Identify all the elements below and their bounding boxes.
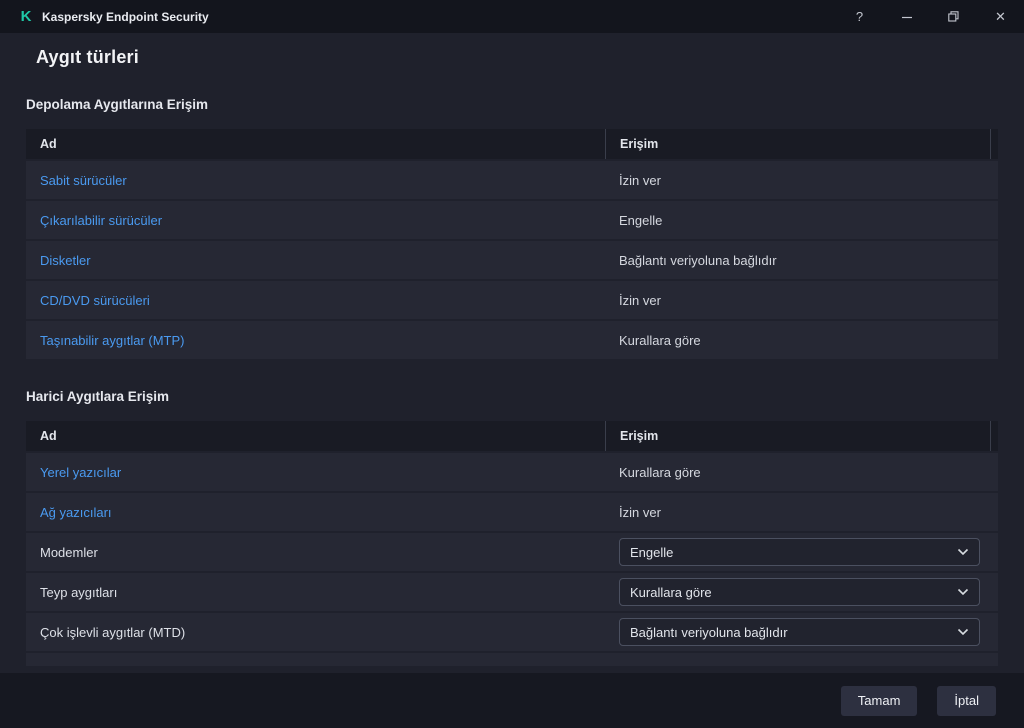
app-window: K Kaspersky Endpoint Security ? ✕ Aygıt … <box>0 0 1024 728</box>
help-button[interactable]: ? <box>836 0 883 33</box>
minimize-button[interactable] <box>883 0 930 33</box>
access-value: İzin ver <box>619 293 661 308</box>
table-row: Ağ yazıcıları İzin ver <box>26 493 998 531</box>
column-header-access: Erişim <box>605 421 990 451</box>
column-header-name: Ad <box>26 137 605 151</box>
device-link[interactable]: Disketler <box>40 253 91 268</box>
column-header-access: Erişim <box>605 129 990 159</box>
table-row-partial <box>26 653 998 666</box>
table-row: CD/DVD sürücüleri İzin ver <box>26 281 998 319</box>
device-link[interactable]: Ağ yazıcıları <box>40 505 112 520</box>
access-select[interactable]: Bağlantı veriyoluna bağlıdır <box>619 618 980 646</box>
table-row: Yerel yazıcılar Kurallara göre <box>26 453 998 491</box>
device-link[interactable]: Çıkarılabilir sürücüler <box>40 213 162 228</box>
close-button[interactable]: ✕ <box>977 0 1024 33</box>
device-link[interactable]: Taşınabilir aygıtlar (MTP) <box>40 333 184 348</box>
access-select[interactable]: Engelle <box>619 538 980 566</box>
external-section-heading: Harici Aygıtlara Erişim <box>26 389 998 404</box>
chevron-down-icon <box>957 588 969 596</box>
access-select[interactable]: Kurallara göre <box>619 578 980 606</box>
scrollbar-track[interactable] <box>990 129 998 159</box>
storage-devices-table: Ad Erişim Sabit sürücüler İzin ver Çıkar… <box>26 129 998 359</box>
table-header: Ad Erişim <box>26 421 998 451</box>
access-value: Engelle <box>619 213 662 228</box>
titlebar: K Kaspersky Endpoint Security ? ✕ <box>0 0 1024 33</box>
app-title: Kaspersky Endpoint Security <box>42 10 209 24</box>
table-row: Çıkarılabilir sürücüler Engelle <box>26 201 998 239</box>
access-select-value: Kurallara göre <box>630 585 712 600</box>
access-value: İzin ver <box>619 173 661 188</box>
chevron-down-icon <box>957 548 969 556</box>
access-value: Kurallara göre <box>619 333 701 348</box>
table-row: Modemler Engelle <box>26 533 998 571</box>
chevron-down-icon <box>957 628 969 636</box>
access-value: İzin ver <box>619 505 661 520</box>
external-devices-table: Ad Erişim Yerel yazıcılar Kurallara göre… <box>26 421 998 666</box>
device-label: Çok işlevli aygıtlar (MTD) <box>40 625 185 640</box>
table-header: Ad Erişim <box>26 129 998 159</box>
access-value: Kurallara göre <box>619 465 701 480</box>
table-row: Disketler Bağlantı veriyoluna bağlıdır <box>26 241 998 279</box>
device-label: Teyp aygıtları <box>40 585 117 600</box>
page-title: Aygıt türleri <box>36 47 998 68</box>
scrollbar-track[interactable] <box>990 421 998 451</box>
storage-section-heading: Depolama Aygıtlarına Erişim <box>26 97 998 112</box>
maximize-button[interactable] <box>930 0 977 33</box>
device-link[interactable]: CD/DVD sürücüleri <box>40 293 150 308</box>
table-row: Çok işlevli aygıtlar (MTD) Bağlantı veri… <box>26 613 998 651</box>
access-select-value: Bağlantı veriyoluna bağlıdır <box>630 625 788 640</box>
access-select-value: Engelle <box>630 545 673 560</box>
device-link[interactable]: Sabit sürücüler <box>40 173 127 188</box>
minimize-icon <box>902 12 912 22</box>
kaspersky-logo-icon: K <box>18 9 34 25</box>
table-row: Teyp aygıtları Kurallara göre <box>26 573 998 611</box>
ok-button[interactable]: Tamam <box>841 686 918 716</box>
restore-icon <box>948 11 959 22</box>
main-content: Aygıt türleri Depolama Aygıtlarına Erişi… <box>0 33 1024 673</box>
cancel-button[interactable]: İptal <box>937 686 996 716</box>
column-header-name: Ad <box>26 429 605 443</box>
footer-bar: Tamam İptal <box>0 673 1024 728</box>
access-value: Bağlantı veriyoluna bağlıdır <box>619 253 777 268</box>
table-row: Taşınabilir aygıtlar (MTP) Kurallara gör… <box>26 321 998 359</box>
table-row: Sabit sürücüler İzin ver <box>26 161 998 199</box>
device-link[interactable]: Yerel yazıcılar <box>40 465 121 480</box>
device-label: Modemler <box>40 545 98 560</box>
